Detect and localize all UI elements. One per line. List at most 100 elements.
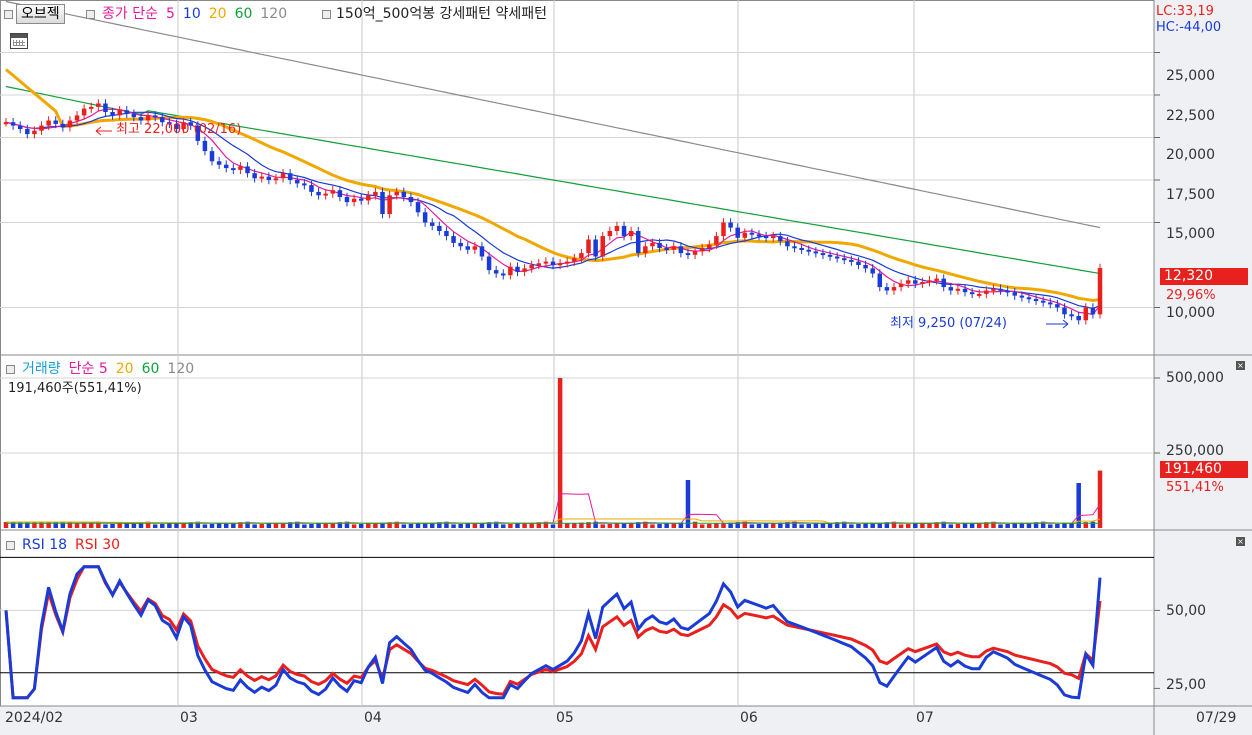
candle-body — [280, 173, 286, 179]
candle-body — [543, 261, 549, 264]
candle-body — [145, 115, 151, 121]
candle-body — [955, 288, 961, 291]
candle-body — [572, 258, 577, 262]
volume-info: 191,460주(551,41%) — [8, 381, 142, 396]
volume-bar — [685, 480, 691, 528]
volume-close-icon[interactable]: × — [1236, 361, 1245, 370]
candle-body — [984, 290, 989, 294]
candle-body — [323, 193, 328, 196]
volume-bar — [110, 523, 115, 528]
candle-body — [231, 168, 236, 171]
candle-body — [778, 236, 783, 242]
candle-body — [245, 166, 250, 174]
x-axis-label: 06 — [740, 710, 758, 726]
volume-bar — [650, 524, 655, 528]
candle-body — [124, 110, 130, 114]
candle-body — [1048, 302, 1053, 305]
object-button[interactable]: 오브젝 — [16, 4, 65, 24]
panel-toggle-icon[interactable] — [4, 10, 13, 19]
candle-body — [529, 265, 534, 269]
volume-bar — [905, 523, 911, 528]
candle-body — [380, 191, 385, 214]
candle-body — [657, 242, 662, 248]
volume-bar — [366, 523, 371, 528]
candle-body — [486, 256, 492, 271]
volume-bar — [259, 523, 264, 528]
candle-body — [891, 287, 897, 291]
candle-body — [756, 234, 762, 237]
volume-bar — [501, 524, 506, 528]
candle-body — [46, 120, 51, 126]
candle-body — [1012, 292, 1018, 296]
calendar-icon[interactable] — [10, 33, 28, 49]
candle-body — [593, 239, 598, 257]
volume-ma5-line — [6, 493, 1101, 525]
candle-body — [53, 120, 58, 124]
candle-body — [905, 280, 911, 284]
candle-body — [799, 248, 804, 250]
candle-body — [628, 231, 634, 237]
volume-axis-tick: 250,000 — [1166, 443, 1224, 459]
candle-body — [1062, 307, 1067, 315]
candle-body — [422, 212, 428, 223]
price-axis-tick: 10,000 — [1166, 305, 1215, 321]
volume-bar — [103, 524, 108, 528]
legend-item: 60 — [234, 6, 253, 22]
candle-body — [522, 268, 527, 272]
volume-bar — [152, 524, 158, 528]
candle-body — [10, 122, 16, 126]
candle-body — [834, 256, 840, 259]
candle-body — [1097, 268, 1103, 315]
volume-bar — [1062, 523, 1067, 528]
candle-body — [81, 108, 87, 116]
legend-item: 20 — [115, 361, 134, 377]
candle-body — [451, 236, 456, 243]
volume-bar — [1048, 524, 1053, 528]
candle-body — [152, 115, 158, 118]
volume-bar — [714, 523, 719, 528]
candle-body — [238, 166, 243, 170]
volume-bar — [451, 524, 456, 528]
volume-legend: 거래량 단순 5 20 60 120 — [22, 361, 202, 377]
candle-body — [614, 225, 620, 231]
candle-body — [806, 249, 811, 252]
volume-bar — [167, 523, 172, 528]
volume-bar — [600, 524, 605, 528]
candle-body — [117, 110, 122, 116]
legend-item: 120 — [167, 361, 195, 377]
volume-bar — [998, 524, 1003, 528]
candle-body — [920, 282, 925, 284]
candle-body — [501, 273, 506, 276]
candle-body — [60, 123, 66, 128]
candle-body — [103, 103, 108, 112]
volume-bar — [309, 523, 314, 528]
candle-body — [579, 253, 584, 259]
candle-body — [714, 236, 719, 245]
cursor-date: 07/29 — [1196, 710, 1237, 726]
candle-body — [508, 266, 513, 276]
candle-body — [941, 278, 946, 288]
candle-body — [969, 292, 975, 295]
candle-body — [67, 120, 73, 128]
volume-bar — [557, 378, 563, 528]
candle-body — [223, 164, 229, 169]
legend-item: RSI 30 — [75, 537, 121, 553]
candle-body — [32, 130, 37, 135]
volume-bar — [948, 524, 954, 528]
candle-body — [913, 280, 918, 284]
high-arrow — [95, 126, 112, 136]
volume-bar — [458, 523, 463, 528]
volume-bar — [358, 523, 364, 528]
volume-bar — [856, 523, 861, 528]
price-axis-tick: 22,500 — [1166, 108, 1215, 124]
legend-item: 20 — [208, 6, 227, 22]
volume-bar — [465, 523, 471, 528]
rsi-axis-tick: 25,00 — [1166, 677, 1207, 693]
candle-body — [1069, 314, 1074, 317]
candle-body — [870, 268, 875, 274]
candle-body — [366, 195, 371, 201]
candle-body — [394, 191, 399, 196]
candle-body — [429, 222, 435, 226]
volume-axis-tick: 500,000 — [1166, 370, 1224, 386]
rsi-close-icon[interactable]: × — [1236, 537, 1245, 546]
